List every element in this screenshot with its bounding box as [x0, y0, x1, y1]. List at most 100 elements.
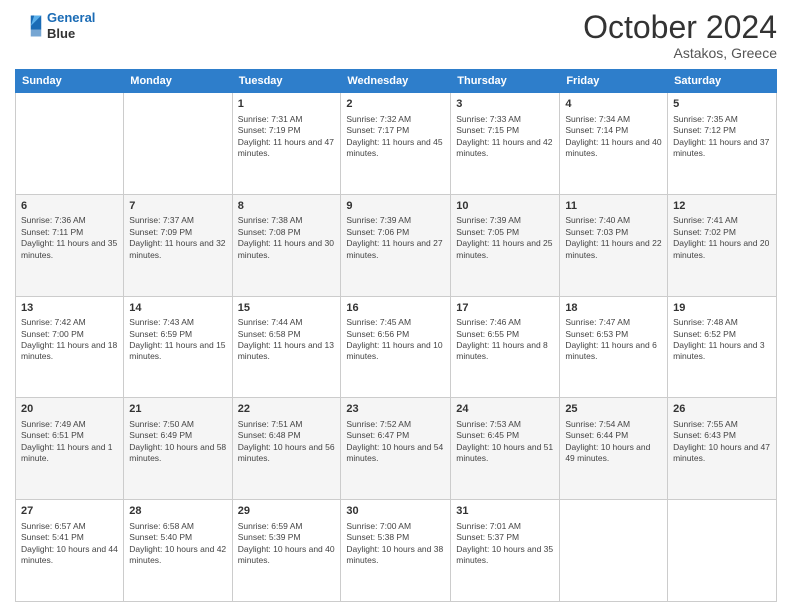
day-number: 19	[673, 301, 771, 316]
calendar-week-1: 6Sunrise: 7:36 AM Sunset: 7:11 PM Daylig…	[16, 194, 777, 296]
day-number: 5	[673, 97, 771, 112]
day-number: 25	[565, 402, 662, 417]
calendar-cell: 3Sunrise: 7:33 AM Sunset: 7:15 PM Daylig…	[451, 93, 560, 195]
calendar-cell: 22 Sunrise: 7:51 AM Sunset: 6:48 PM Dayli…	[232, 398, 341, 500]
day-number: 27	[21, 504, 118, 519]
col-header-tuesday: Tuesday	[232, 70, 341, 93]
day-number: 16	[346, 301, 445, 316]
day-number: 3	[456, 97, 554, 112]
calendar-cell: 6Sunrise: 7:36 AM Sunset: 7:11 PM Daylig…	[16, 194, 124, 296]
day-info: Sunrise: 7:49 AM Sunset: 6:51 PM Dayligh…	[21, 419, 118, 465]
calendar-week-2: 13Sunrise: 7:42 AM Sunset: 7:00 PM Dayli…	[16, 296, 777, 398]
col-header-thursday: Thursday	[451, 70, 560, 93]
day-number: 21	[129, 402, 226, 417]
calendar-cell: 27Sunrise: 6:57 AM Sunset: 5:41 PM Dayli…	[16, 500, 124, 602]
calendar-week-4: 27Sunrise: 6:57 AM Sunset: 5:41 PM Dayli…	[16, 500, 777, 602]
page: General Blue October 2024 Astakos, Greec…	[0, 0, 792, 612]
day-info: Sunrise: 7:00 AM Sunset: 5:38 PM Dayligh…	[346, 521, 445, 567]
header: General Blue October 2024 Astakos, Greec…	[15, 10, 777, 61]
day-info: Sunrise: 7:34 AM Sunset: 7:14 PM Dayligh…	[565, 114, 662, 160]
calendar-cell: 30Sunrise: 7:00 AM Sunset: 5:38 PM Dayli…	[341, 500, 451, 602]
day-info: Sunrise: 7:39 AM Sunset: 7:06 PM Dayligh…	[346, 215, 445, 261]
calendar-cell: 4 Sunrise: 7:34 AM Sunset: 7:14 PM Daylig…	[560, 93, 668, 195]
day-number: 23	[346, 402, 445, 417]
day-number: 4	[565, 97, 662, 112]
day-number: 10	[456, 199, 554, 214]
calendar-cell: 9Sunrise: 7:39 AM Sunset: 7:06 PM Daylig…	[341, 194, 451, 296]
day-info: Sunrise: 7:47 AM Sunset: 6:53 PM Dayligh…	[565, 317, 662, 363]
logo-line1: General	[47, 10, 95, 25]
day-info: Sunrise: 7:43 AM Sunset: 6:59 PM Dayligh…	[129, 317, 226, 363]
day-info: Sunrise: 7:37 AM Sunset: 7:09 PM Dayligh…	[129, 215, 226, 261]
day-info: Sunrise: 7:50 AM Sunset: 6:49 PM Dayligh…	[129, 419, 226, 465]
day-number: 31	[456, 504, 554, 519]
calendar-cell: 20Sunrise: 7:49 AM Sunset: 6:51 PM Dayli…	[16, 398, 124, 500]
day-info: Sunrise: 7:31 AM Sunset: 7:19 PM Dayligh…	[238, 114, 336, 160]
calendar-cell: 1 Sunrise: 7:31 AM Sunset: 7:19 PM Daylig…	[232, 93, 341, 195]
subtitle: Astakos, Greece	[583, 45, 777, 61]
month-title: October 2024	[583, 10, 777, 45]
day-info: Sunrise: 7:42 AM Sunset: 7:00 PM Dayligh…	[21, 317, 118, 363]
calendar-cell: 12Sunrise: 7:41 AM Sunset: 7:02 PM Dayli…	[668, 194, 777, 296]
day-number: 17	[456, 301, 554, 316]
day-info: Sunrise: 7:39 AM Sunset: 7:05 PM Dayligh…	[456, 215, 554, 261]
col-header-saturday: Saturday	[668, 70, 777, 93]
day-info: Sunrise: 7:32 AM Sunset: 7:17 PM Dayligh…	[346, 114, 445, 160]
day-info: Sunrise: 7:48 AM Sunset: 6:52 PM Dayligh…	[673, 317, 771, 363]
col-header-sunday: Sunday	[16, 70, 124, 93]
day-info: Sunrise: 7:51 AM Sunset: 6:48 PM Dayligh…	[238, 419, 336, 465]
day-info: Sunrise: 7:35 AM Sunset: 7:12 PM Dayligh…	[673, 114, 771, 160]
day-number: 1	[238, 97, 336, 112]
calendar-cell: 25Sunrise: 7:54 AM Sunset: 6:44 PM Dayli…	[560, 398, 668, 500]
day-number: 26	[673, 402, 771, 417]
calendar-cell: 28 Sunrise: 6:58 AM Sunset: 5:40 PM Dayli…	[124, 500, 232, 602]
logo-line2: Blue	[47, 26, 95, 42]
calendar-cell: 18Sunrise: 7:47 AM Sunset: 6:53 PM Dayli…	[560, 296, 668, 398]
logo-text: General Blue	[47, 10, 95, 41]
day-number: 8	[238, 199, 336, 214]
col-header-monday: Monday	[124, 70, 232, 93]
day-info: Sunrise: 7:41 AM Sunset: 7:02 PM Dayligh…	[673, 215, 771, 261]
day-info: Sunrise: 7:55 AM Sunset: 6:43 PM Dayligh…	[673, 419, 771, 465]
logo-icon	[15, 12, 43, 40]
day-number: 13	[21, 301, 118, 316]
day-number: 11	[565, 199, 662, 214]
day-number: 29	[238, 504, 336, 519]
day-info: Sunrise: 7:44 AM Sunset: 6:58 PM Dayligh…	[238, 317, 336, 363]
calendar-cell	[124, 93, 232, 195]
day-number: 9	[346, 199, 445, 214]
calendar-week-3: 20Sunrise: 7:49 AM Sunset: 6:51 PM Dayli…	[16, 398, 777, 500]
day-info: Sunrise: 7:53 AM Sunset: 6:45 PM Dayligh…	[456, 419, 554, 465]
calendar-header-row: SundayMondayTuesdayWednesdayThursdayFrid…	[16, 70, 777, 93]
day-number: 18	[565, 301, 662, 316]
col-header-friday: Friday	[560, 70, 668, 93]
calendar-cell: 8Sunrise: 7:38 AM Sunset: 7:08 PM Daylig…	[232, 194, 341, 296]
day-number: 2	[346, 97, 445, 112]
calendar-cell: 11Sunrise: 7:40 AM Sunset: 7:03 PM Dayli…	[560, 194, 668, 296]
calendar-table: SundayMondayTuesdayWednesdayThursdayFrid…	[15, 69, 777, 602]
calendar-cell: 5 Sunrise: 7:35 AM Sunset: 7:12 PM Daylig…	[668, 93, 777, 195]
calendar-cell: 24 Sunrise: 7:53 AM Sunset: 6:45 PM Dayli…	[451, 398, 560, 500]
calendar-cell: 21 Sunrise: 7:50 AM Sunset: 6:49 PM Dayli…	[124, 398, 232, 500]
calendar-cell: 26 Sunrise: 7:55 AM Sunset: 6:43 PM Dayli…	[668, 398, 777, 500]
calendar-cell: 2 Sunrise: 7:32 AM Sunset: 7:17 PM Daylig…	[341, 93, 451, 195]
calendar-cell: 17Sunrise: 7:46 AM Sunset: 6:55 PM Dayli…	[451, 296, 560, 398]
calendar-cell: 13Sunrise: 7:42 AM Sunset: 7:00 PM Dayli…	[16, 296, 124, 398]
calendar-cell: 31Sunrise: 7:01 AM Sunset: 5:37 PM Dayli…	[451, 500, 560, 602]
calendar-cell	[560, 500, 668, 602]
calendar-cell: 10Sunrise: 7:39 AM Sunset: 7:05 PM Dayli…	[451, 194, 560, 296]
day-number: 28	[129, 504, 226, 519]
day-info: Sunrise: 6:58 AM Sunset: 5:40 PM Dayligh…	[129, 521, 226, 567]
day-number: 14	[129, 301, 226, 316]
calendar-cell: 19Sunrise: 7:48 AM Sunset: 6:52 PM Dayli…	[668, 296, 777, 398]
calendar-cell: 15Sunrise: 7:44 AM Sunset: 6:58 PM Dayli…	[232, 296, 341, 398]
calendar-week-0: 1 Sunrise: 7:31 AM Sunset: 7:19 PM Daylig…	[16, 93, 777, 195]
calendar-cell	[668, 500, 777, 602]
logo: General Blue	[15, 10, 95, 41]
calendar-cell: 7Sunrise: 7:37 AM Sunset: 7:09 PM Daylig…	[124, 194, 232, 296]
day-number: 22	[238, 402, 336, 417]
title-block: October 2024 Astakos, Greece	[583, 10, 777, 61]
day-info: Sunrise: 6:59 AM Sunset: 5:39 PM Dayligh…	[238, 521, 336, 567]
day-info: Sunrise: 7:46 AM Sunset: 6:55 PM Dayligh…	[456, 317, 554, 363]
day-number: 24	[456, 402, 554, 417]
